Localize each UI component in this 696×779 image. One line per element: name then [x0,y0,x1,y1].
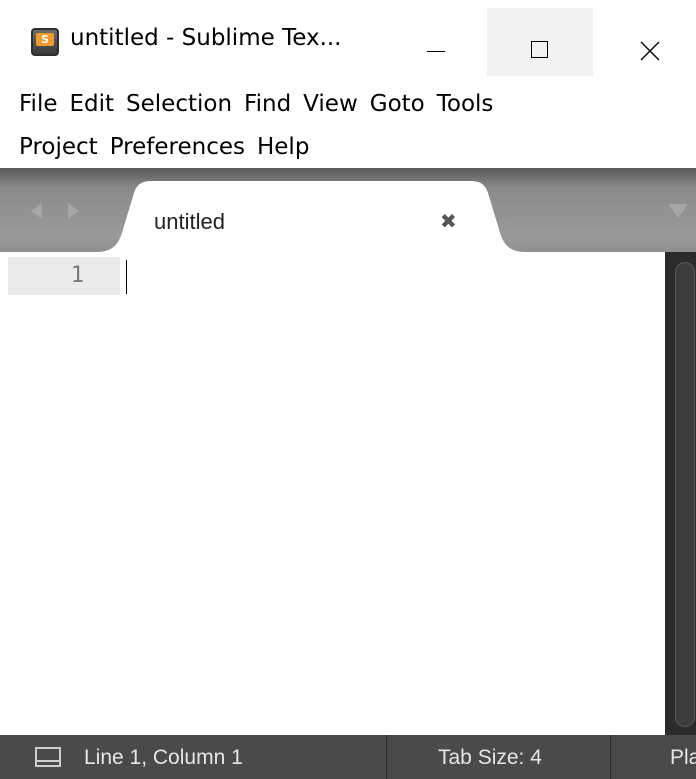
sublime-text-window: S untitled - Sublime Tex... File Edit Se… [0,0,696,779]
sublime-app-icon[interactable]: S [31,28,59,56]
menu-preferences[interactable]: Preferences [110,129,245,165]
menu-row-2: Project Preferences Help [19,129,321,165]
menu-tools[interactable]: Tools [437,86,494,122]
maximize-icon [531,41,548,58]
tab-left-arrow-icon[interactable] [31,203,42,219]
tab-list-dropdown-icon[interactable] [665,202,691,220]
close-icon [640,41,660,61]
status-separator [610,735,611,779]
tab-close-icon[interactable]: ✖ [440,211,457,231]
maximize-button[interactable] [487,8,593,76]
tab-untitled[interactable]: untitled ✖ [96,181,526,252]
scroll-thumb[interactable] [675,262,695,727]
minimize-button[interactable] [381,8,487,76]
menu-row-1: File Edit Selection Find View Goto Tools [19,86,505,122]
tab-right-arrow-icon[interactable] [68,203,79,219]
tab-nav-arrows [31,203,79,219]
menu-file[interactable]: File [19,86,58,122]
menu-edit[interactable]: Edit [70,86,115,122]
status-syntax[interactable]: Plain Text [670,746,696,770]
status-separator [386,735,387,779]
line-gutter: 1 [0,252,120,735]
menu-selection[interactable]: Selection [126,86,232,122]
menu-project[interactable]: Project [19,129,98,165]
app-icon-letter: S [36,33,54,46]
menu-goto[interactable]: Goto [370,86,425,122]
panel-toggle-icon[interactable] [35,747,61,767]
tab-bar: untitled ✖ [0,168,696,252]
window-title: untitled - Sublime Tex... [70,25,342,51]
tab-label: untitled [154,209,225,234]
menu-view[interactable]: View [303,86,358,122]
title-bar[interactable]: S untitled - Sublime Tex... [0,0,696,80]
line-number: 1 [70,263,84,288]
menu-help[interactable]: Help [257,129,309,165]
status-cursor-position[interactable]: Line 1, Column 1 [84,746,243,770]
close-button[interactable] [593,8,696,76]
vertical-scrollbar[interactable] [665,252,696,735]
menu-find[interactable]: Find [244,86,291,122]
menu-bar: File Edit Selection Find View Goto Tools… [0,82,696,168]
status-bar: Line 1, Column 1 Tab Size: 4 Plain Text [0,735,696,779]
minimize-icon [427,51,445,52]
text-editor-area[interactable] [120,252,665,735]
status-tab-size[interactable]: Tab Size: 4 [438,746,542,770]
text-caret [126,260,127,294]
